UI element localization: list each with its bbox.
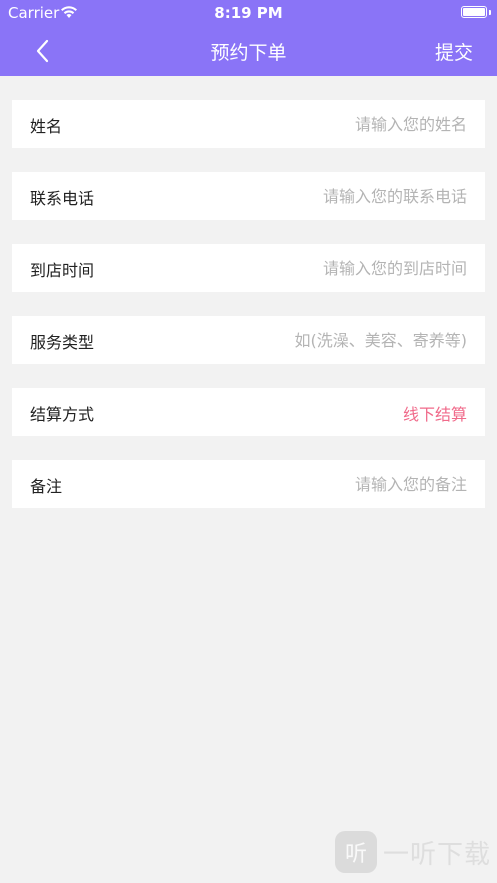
phone-label: 联系电话 xyxy=(30,189,95,208)
service-type-label: 服务类型 xyxy=(30,333,95,352)
arrival-time-label: 到店时间 xyxy=(30,261,95,280)
payment-row[interactable]: 结算方式 线下结算 xyxy=(12,388,485,436)
remark-row[interactable]: 备注 xyxy=(12,460,485,508)
service-type-input[interactable] xyxy=(207,326,467,354)
phone-row[interactable]: 联系电话 xyxy=(12,172,485,220)
nav-header: Carrier 8:19 PM 预约下单 提交 xyxy=(0,0,497,76)
service-type-row[interactable]: 服务类型 xyxy=(12,316,485,364)
page-title: 预约下单 xyxy=(210,42,287,64)
watermark-logo-icon: 听 xyxy=(334,831,377,873)
arrival-time-input[interactable] xyxy=(207,254,467,282)
phone-input[interactable] xyxy=(207,182,467,210)
name-row[interactable]: 姓名 xyxy=(12,100,485,148)
battery-tip xyxy=(489,10,491,15)
watermark-text: 一听下载 xyxy=(382,839,491,870)
arrival-time-row[interactable]: 到店时间 xyxy=(12,244,485,292)
remark-label: 备注 xyxy=(30,477,63,496)
name-label: 姓名 xyxy=(30,117,63,136)
watermark: 听 一听下载 xyxy=(334,829,491,875)
battery-icon xyxy=(461,6,487,18)
status-bar: Carrier 8:19 PM xyxy=(0,0,497,26)
name-input[interactable] xyxy=(207,110,467,138)
payment-value[interactable]: 线下结算 xyxy=(403,401,467,425)
status-time: 8:19 PM xyxy=(214,4,283,22)
remark-input[interactable] xyxy=(207,470,467,498)
submit-button[interactable]: 提交 xyxy=(435,38,473,65)
payment-label: 结算方式 xyxy=(30,405,95,424)
